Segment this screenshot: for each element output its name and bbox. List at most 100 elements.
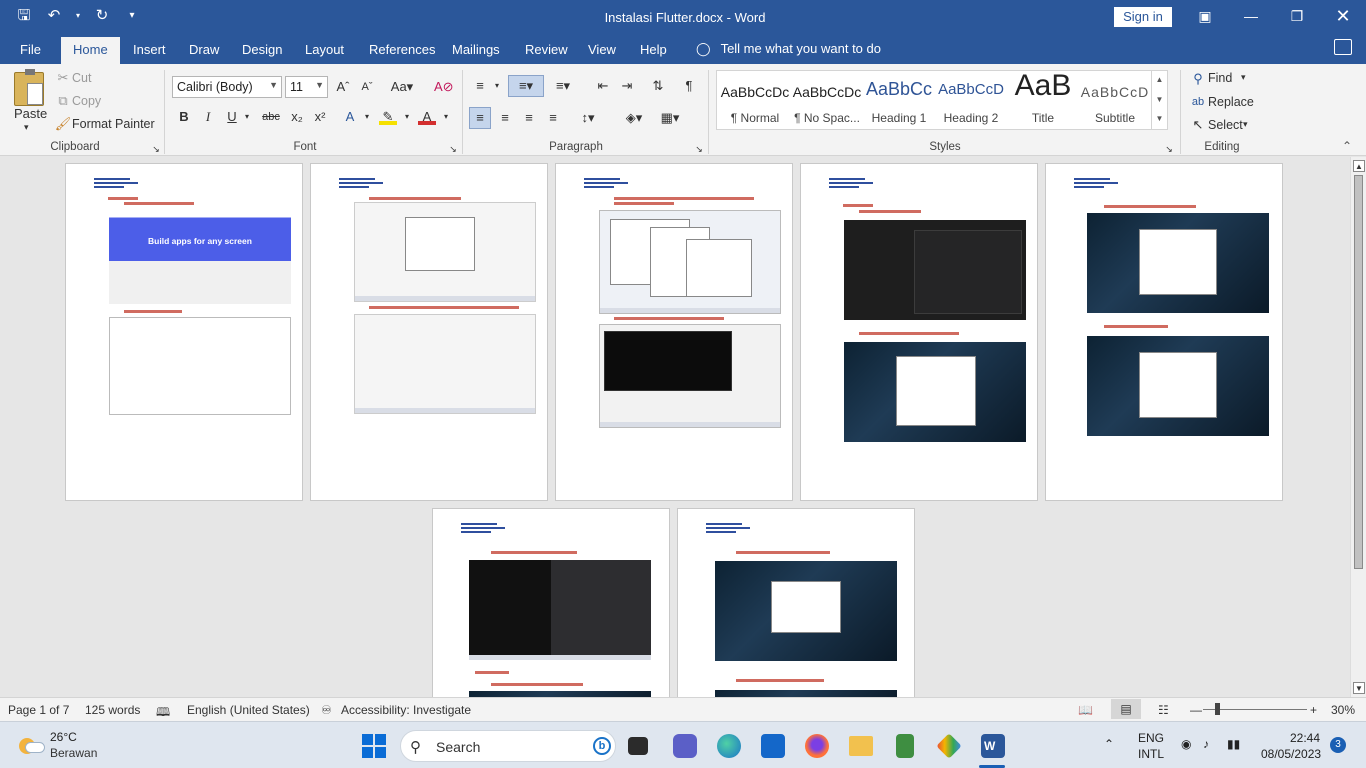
borders-icon[interactable]: ▦▾	[656, 110, 684, 126]
show-hidden-icons[interactable]: ⌃	[1104, 737, 1114, 751]
show-formatting-marks-icon[interactable]: ¶	[680, 78, 698, 94]
shading-icon[interactable]: ◈▾	[620, 110, 648, 126]
change-case-icon[interactable]: Aa▾	[388, 79, 416, 95]
comments-icon[interactable]	[1334, 39, 1352, 55]
select-button[interactable]: Select	[1208, 118, 1243, 132]
style-heading-1[interactable]: AaBbCc Heading 1	[863, 71, 935, 129]
zoom-in-icon[interactable]: +	[1310, 703, 1317, 717]
tab-review[interactable]: Review	[525, 42, 568, 57]
document-canvas[interactable]: Build apps for any screen	[0, 157, 1350, 697]
style-subtitle[interactable]: AaBbCcD Subtitle	[1079, 71, 1151, 129]
tab-home[interactable]: Home	[61, 37, 120, 64]
wifi-icon[interactable]: ◉	[1181, 737, 1191, 751]
font-size-select[interactable]: 11 ▼	[285, 76, 328, 98]
document-page[interactable]: Build apps for any screen	[65, 163, 303, 501]
font-color-icon[interactable]: A	[418, 109, 436, 125]
language-indicator-top[interactable]: ENG	[1138, 731, 1164, 745]
italic-icon[interactable]: I	[199, 109, 217, 125]
find-dropdown-icon[interactable]: ▾	[1241, 72, 1246, 83]
clock-date[interactable]: 08/05/2023	[1261, 747, 1321, 761]
replace-button[interactable]: Replace	[1208, 95, 1254, 109]
highlight-color-icon[interactable]: ✎	[379, 109, 397, 125]
document-page[interactable]	[800, 163, 1038, 501]
highlight-dropdown-icon[interactable]: ▾	[398, 109, 416, 125]
zoom-slider-thumb[interactable]	[1215, 703, 1220, 715]
battery-icon[interactable]: ▮▮	[1227, 737, 1240, 751]
word-count[interactable]: 125 words	[85, 703, 140, 717]
restore-button[interactable]: ❐	[1282, 5, 1312, 27]
tab-help[interactable]: Help	[640, 42, 667, 57]
web-layout-icon[interactable]: ☷	[1158, 703, 1169, 717]
microsoft-store-icon[interactable]	[761, 734, 785, 758]
document-page[interactable]	[677, 508, 915, 697]
shrink-font-icon[interactable]: Aˇ	[358, 79, 376, 95]
file-explorer-icon[interactable]	[849, 736, 873, 756]
justify-icon[interactable]: ≡	[544, 110, 562, 126]
scroll-thumb[interactable]	[1354, 175, 1363, 569]
undo-dropdown-icon[interactable]: ▾	[74, 6, 82, 26]
style-title[interactable]: AaB Title	[1007, 69, 1079, 129]
tab-mailings[interactable]: Mailings	[452, 42, 500, 57]
clock-time[interactable]: 22:44	[1290, 731, 1320, 745]
sign-in-button[interactable]: Sign in	[1114, 7, 1172, 27]
more-styles-icon[interactable]: ▼	[1152, 110, 1167, 128]
redo-icon[interactable]: ↻	[92, 6, 112, 26]
app-icon[interactable]	[936, 733, 962, 759]
font-launcher-icon[interactable]: ↘	[448, 141, 458, 157]
windows-start-icon[interactable]	[362, 734, 386, 758]
strikethrough-icon[interactable]: abc	[260, 109, 282, 125]
accessibility-status[interactable]: Accessibility: Investigate	[341, 703, 471, 717]
firefox-icon[interactable]	[805, 734, 829, 758]
select-dropdown-icon[interactable]: ▾	[1243, 119, 1248, 130]
align-center-icon[interactable]: ≡	[496, 110, 514, 126]
document-page[interactable]	[555, 163, 793, 501]
save-icon[interactable]: 🖫	[14, 6, 34, 26]
customize-qat-icon[interactable]: ▾	[122, 6, 142, 26]
zoom-level[interactable]: 30%	[1331, 703, 1355, 717]
scroll-up-icon[interactable]: ▲	[1353, 160, 1365, 172]
document-page[interactable]	[432, 508, 670, 697]
vertical-scrollbar[interactable]: ▲ ▼	[1350, 157, 1366, 697]
edge-icon[interactable]	[717, 734, 741, 758]
minimize-button[interactable]: —	[1236, 5, 1266, 27]
taskbar-search[interactable]: ⚲ Search b	[400, 730, 616, 762]
paste-button[interactable]: Paste	[14, 106, 47, 121]
task-view-icon[interactable]	[628, 737, 648, 755]
notification-badge[interactable]: 3	[1330, 737, 1346, 753]
zoom-out-icon[interactable]: —	[1190, 703, 1202, 717]
tab-design[interactable]: Design	[242, 42, 282, 57]
superscript-icon[interactable]: x²	[311, 109, 329, 125]
ribbon-display-options-icon[interactable]: ▣	[1190, 5, 1220, 27]
tab-layout[interactable]: Layout	[305, 42, 344, 57]
subscript-icon[interactable]: x₂	[288, 109, 306, 125]
format-painter-button[interactable]: Format Painter	[72, 117, 155, 131]
print-layout-icon[interactable]: ▤	[1111, 699, 1141, 719]
numbering-icon[interactable]: ≡▾	[508, 75, 544, 97]
text-effects-dropdown-icon[interactable]: ▾	[358, 109, 376, 125]
teams-chat-icon[interactable]	[673, 734, 697, 758]
underline-dropdown-icon[interactable]: ▾	[238, 109, 256, 125]
scroll-down-icon[interactable]: ▼	[1353, 682, 1365, 694]
sort-icon[interactable]: ⇅	[649, 78, 667, 94]
word-icon[interactable]: W	[981, 734, 1005, 758]
weather-description[interactable]: Berawan	[50, 746, 97, 760]
snipping-tool-icon[interactable]	[896, 734, 914, 758]
style-no-spacing[interactable]: AaBbCcDc ¶ No Spac...	[791, 71, 863, 129]
tab-file[interactable]: File	[20, 42, 41, 57]
tab-references[interactable]: References	[369, 42, 435, 57]
clipboard-launcher-icon[interactable]: ↘	[151, 141, 161, 157]
grow-font-icon[interactable]: Aˆ	[334, 79, 352, 95]
style-normal[interactable]: AaBbCcDc ¶ Normal	[719, 71, 791, 129]
paragraph-launcher-icon[interactable]: ↘	[694, 141, 704, 157]
multilevel-list-icon[interactable]: ≡▾	[550, 78, 576, 94]
bing-icon[interactable]: b	[593, 737, 611, 755]
decrease-indent-icon[interactable]: ⇤	[594, 78, 612, 94]
read-mode-icon[interactable]: 📖	[1078, 703, 1093, 717]
tell-me-search[interactable]: ◯ Tell me what you want to do	[696, 41, 881, 57]
weather-cloud-icon[interactable]	[17, 732, 45, 754]
tab-insert[interactable]: Insert	[133, 42, 166, 57]
styles-scroll[interactable]: ▲ ▼ ▼	[1151, 70, 1167, 130]
tab-draw[interactable]: Draw	[189, 42, 219, 57]
cut-button[interactable]: Cut	[72, 71, 91, 85]
volume-icon[interactable]: ♪	[1203, 737, 1209, 751]
